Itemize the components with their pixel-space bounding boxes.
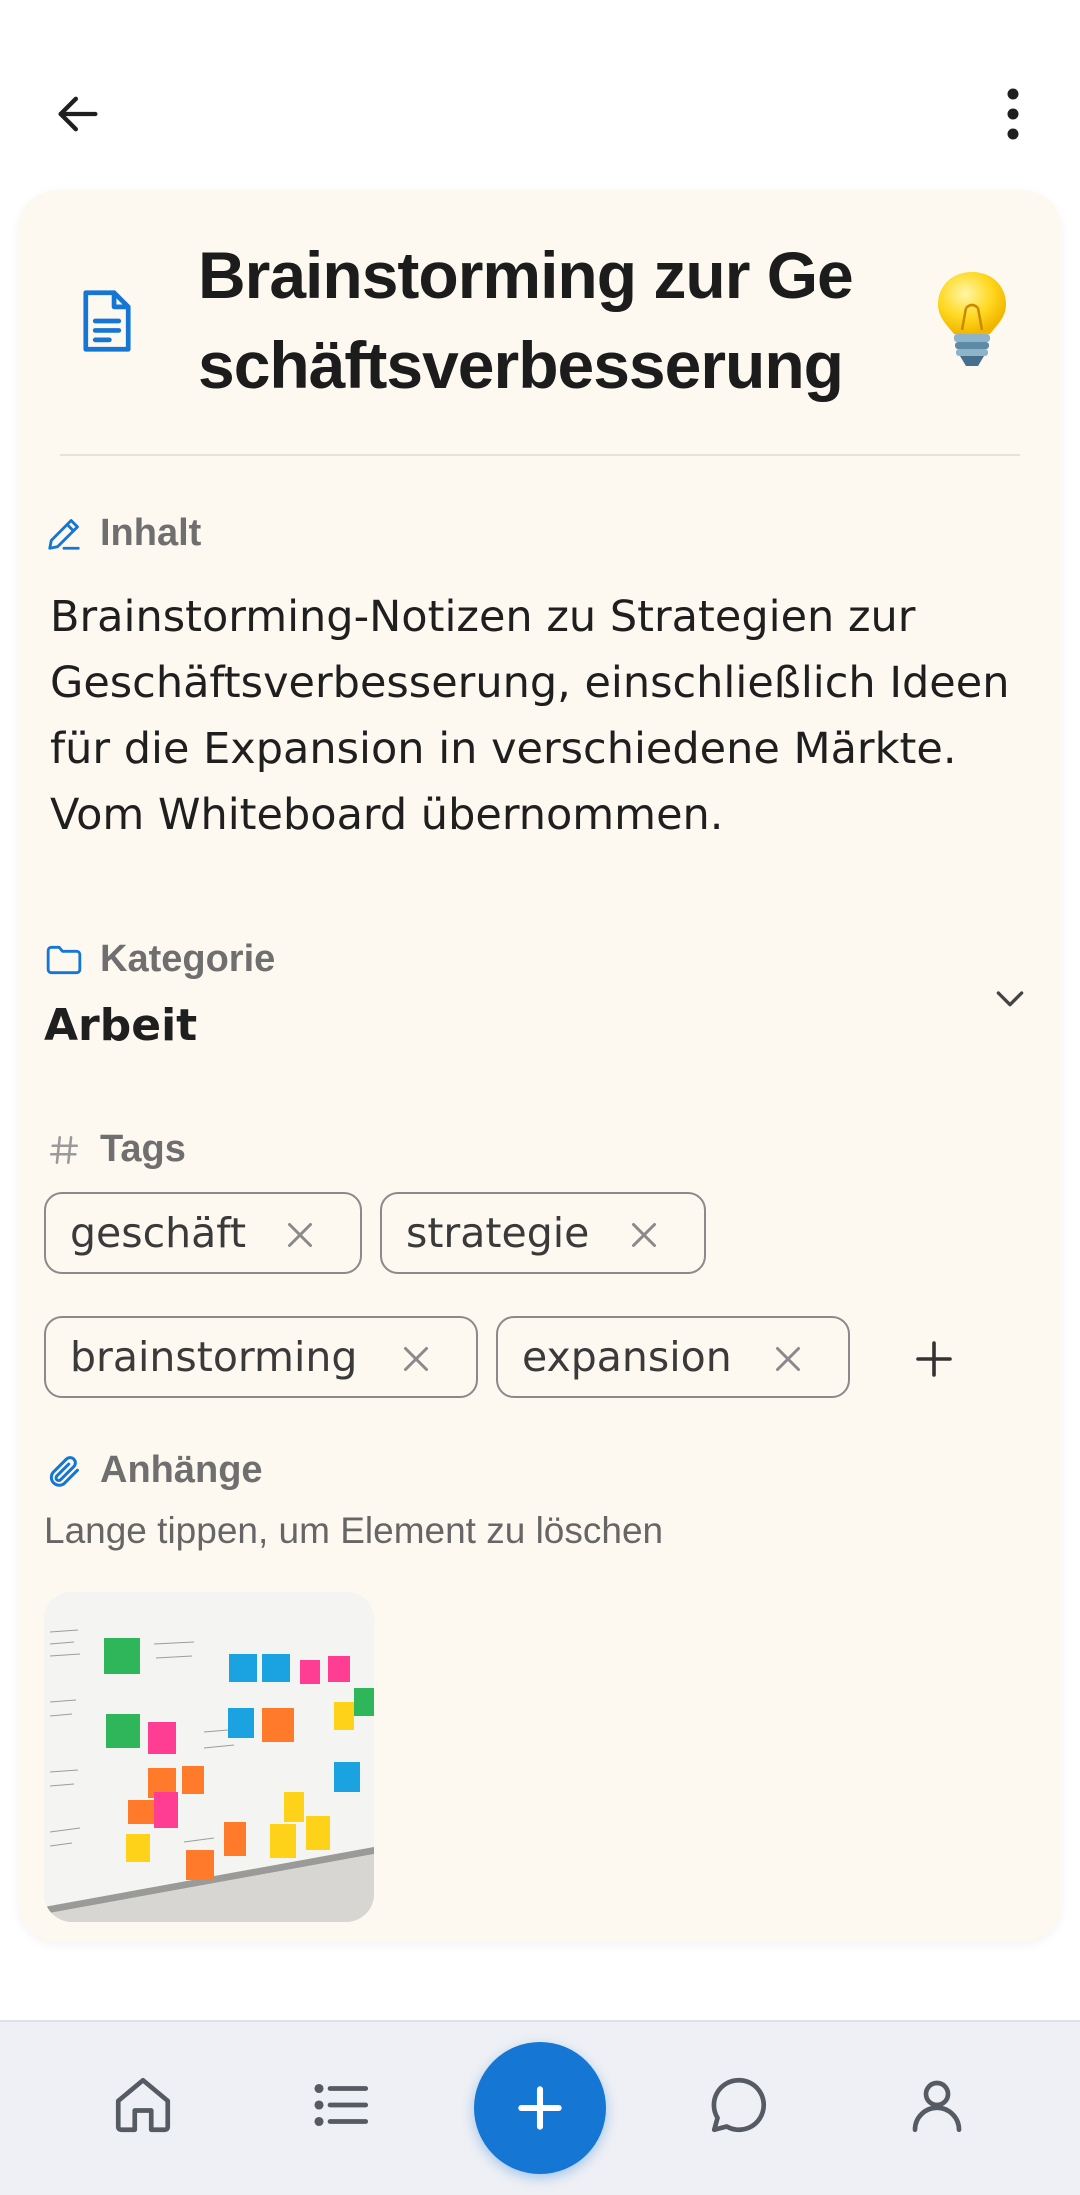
paperclip-icon	[44, 1451, 84, 1491]
content-section-header: Inhalt	[44, 512, 201, 555]
category-section-header: Kategorie	[44, 938, 275, 981]
folder-icon	[44, 940, 84, 980]
close-icon[interactable]	[398, 1341, 434, 1377]
add-note-button[interactable]	[474, 2042, 606, 2174]
plus-icon	[518, 2086, 562, 2130]
nav-list-button[interactable]	[306, 2070, 376, 2140]
tag-label: brainstorming	[70, 1333, 358, 1381]
attachments-hint: Lange tippen, um Element zu löschen	[44, 1510, 664, 1551]
light-bulb-emoji[interactable]	[930, 268, 1014, 372]
tag-label: strategie	[406, 1209, 590, 1257]
close-icon[interactable]	[770, 1341, 806, 1377]
tags-label: Tags	[100, 1128, 186, 1170]
list-icon	[314, 2083, 369, 2127]
nav-chat-button[interactable]	[704, 2070, 774, 2140]
tag-label: expansion	[522, 1333, 732, 1381]
tags-section-header: Tags	[44, 1128, 186, 1171]
title-divider	[60, 454, 1020, 456]
back-button[interactable]	[40, 76, 116, 152]
home-icon	[115, 2077, 171, 2133]
nav-profile-button[interactable]	[902, 2070, 972, 2140]
attachments-section-header: Anhänge	[44, 1449, 263, 1492]
tag-chip[interactable]: geschäft	[44, 1192, 362, 1274]
tag-label: geschäft	[70, 1209, 247, 1257]
content-label: Inhalt	[100, 512, 202, 554]
add-tag-icon[interactable]	[910, 1335, 958, 1383]
tag-chip[interactable]: strategie	[380, 1192, 706, 1274]
profile-icon	[912, 2080, 962, 2133]
chevron-down-icon[interactable]	[990, 978, 1030, 1018]
tag-chip[interactable]: expansion	[496, 1316, 850, 1398]
document-icon	[83, 290, 131, 352]
top-app-bar	[0, 0, 1080, 190]
attachment-thumbnail[interactable]	[44, 1592, 374, 1922]
whiteboard-photo	[44, 1592, 374, 1922]
attachments-label: Anhänge	[100, 1449, 263, 1491]
tag-chip[interactable]: brainstorming	[44, 1316, 478, 1398]
content-text[interactable]: Brainstorming-Notizen zu Strategien zur …	[50, 584, 1040, 848]
close-icon[interactable]	[626, 1217, 662, 1253]
note-title[interactable]: Brainstorming zur Ge schäftsverbesserung	[198, 230, 898, 410]
close-icon[interactable]	[282, 1217, 318, 1253]
more-options-button[interactable]	[975, 76, 1051, 152]
pencil-icon	[44, 514, 84, 554]
nav-home-button[interactable]	[108, 2070, 178, 2140]
category-dropdown-value[interactable]: Arbeit	[44, 1000, 197, 1051]
arrow-left-icon	[58, 96, 98, 132]
chat-icon	[711, 2077, 766, 2133]
category-label: Kategorie	[100, 938, 276, 980]
hash-icon	[44, 1130, 84, 1170]
more-vertical-icon	[1007, 88, 1019, 140]
